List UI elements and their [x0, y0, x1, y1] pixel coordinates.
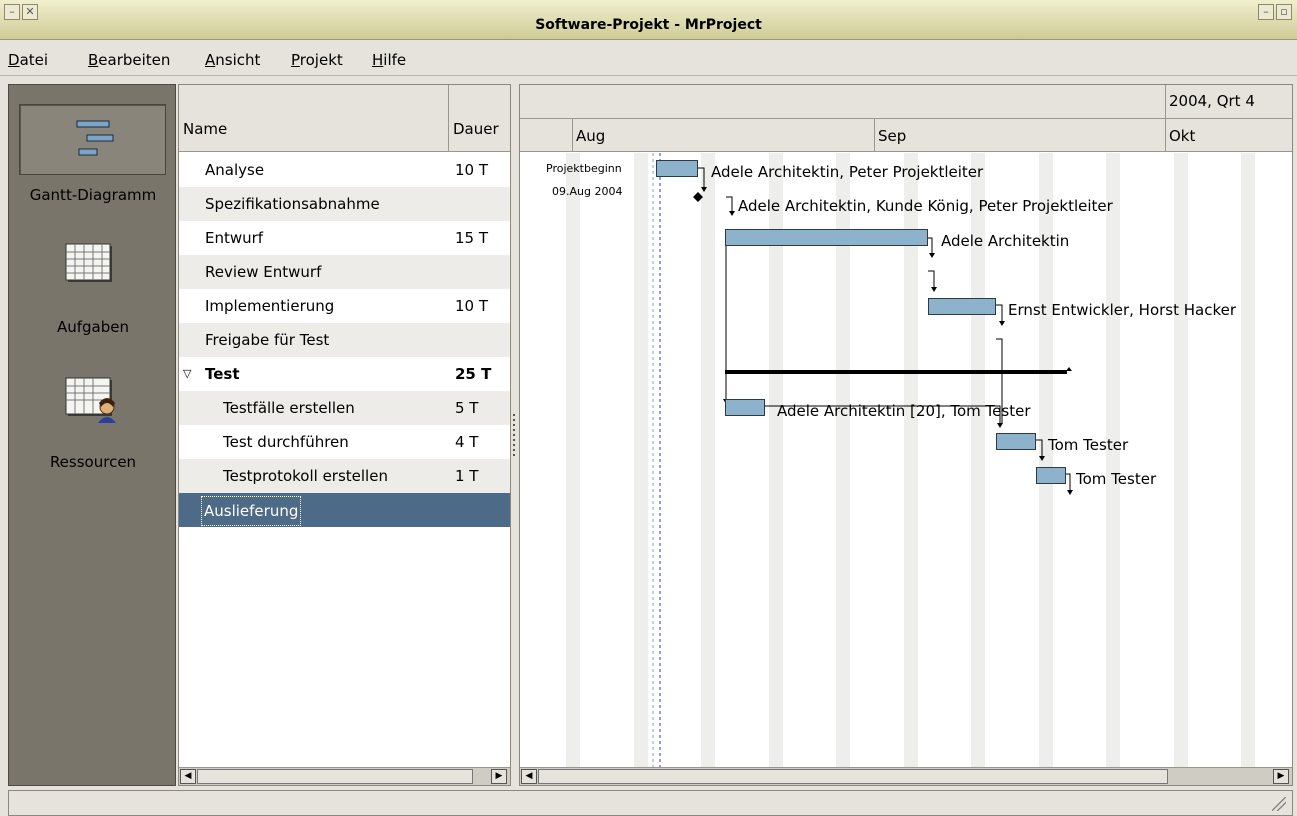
task-duration: 15 T [455, 229, 489, 247]
task-label-entwurf: Adele Architektin [941, 232, 1070, 250]
scroll-left-icon[interactable]: ◀ [521, 769, 537, 784]
pane-splitter[interactable] [511, 84, 519, 786]
table-row[interactable]: Freigabe für Test [179, 323, 510, 357]
menu-bar: Datei Bearbeiten Ansicht Projekt Hilfe [0, 44, 1297, 76]
task-bar-testfaelle[interactable] [725, 399, 765, 416]
table-horizontal-scrollbar[interactable]: ◀ ▶ [179, 767, 510, 785]
menu-ansicht[interactable]: Ansicht [205, 51, 260, 69]
task-duration: 5 T [455, 399, 479, 417]
task-label-spezifikation: Adele Architektin, Kunde König, Peter Pr… [738, 197, 1113, 215]
task-name: Entwurf [205, 229, 264, 247]
table-row[interactable]: Analyse 10 T [179, 153, 510, 187]
gantt-chart: 2004, Qrt 4 Aug Sep Okt Projektbeginn 09… [519, 84, 1293, 786]
task-name: Testfälle erstellen [223, 399, 355, 417]
task-name: Analyse [205, 161, 265, 179]
table-icon[interactable] [65, 243, 117, 287]
scroll-thumb[interactable] [197, 769, 473, 784]
menu-bearbeiten[interactable]: Bearbeiten [88, 51, 170, 69]
task-table: Name Dauer Analyse 10 T Spezifikationsab… [178, 84, 511, 786]
table-row[interactable]: Test durchführen 4 T [179, 425, 510, 459]
column-header-name[interactable]: Name [179, 85, 449, 152]
window-title: Software-Projekt - MrProject [535, 17, 762, 33]
sidebar-item-aufgaben[interactable]: Aufgaben [9, 318, 177, 336]
month-sep: Sep [878, 127, 907, 145]
scroll-right-icon[interactable]: ▶ [491, 769, 507, 784]
scroll-right-icon[interactable]: ▶ [1273, 769, 1289, 784]
gantt-horizontal-scrollbar[interactable]: ◀ ▶ [520, 767, 1292, 785]
project-start-date: 09.Aug 2004 [552, 185, 623, 198]
menu-datei[interactable]: Datei [8, 51, 48, 69]
table-row[interactable]: Testfälle erstellen 5 T [179, 391, 510, 425]
table-row[interactable]: Entwurf 15 T [179, 221, 510, 255]
task-name: Test durchführen [223, 433, 349, 451]
task-label-protokoll: Tom Tester [1076, 470, 1157, 488]
table-row[interactable]: Implementierung 10 T [179, 289, 510, 323]
table-row[interactable]: Testprotokoll erstellen 1 T [179, 459, 510, 493]
task-duration: 10 T [455, 297, 489, 315]
quarter-label: 2004, Qrt 4 [1169, 92, 1255, 110]
task-label-testfaelle: Adele Architektin [20], Tom Tester [777, 402, 1031, 420]
gantt-body: Projektbeginn 09.Aug 2004 Adele Architek… [520, 153, 1292, 767]
shade-icon[interactable]: – [1258, 4, 1274, 20]
task-duration: 25 T [455, 365, 492, 383]
sidebar-item-gantt[interactable]: Gantt-Diagramm [9, 186, 177, 204]
column-header-dauer[interactable]: Dauer [449, 85, 510, 152]
task-name: Testprotokoll erstellen [223, 467, 388, 485]
month-aug: Aug [576, 127, 606, 145]
task-name: Review Entwurf [205, 263, 322, 281]
task-bar-protokoll[interactable] [1036, 467, 1066, 484]
view-sidebar: Gantt-Diagramm Aufgaben Ressourcen [8, 84, 176, 786]
month-okt: Okt [1169, 127, 1196, 145]
scroll-thumb[interactable] [538, 769, 1168, 784]
gantt-header-quarter-row: 2004, Qrt 4 [520, 85, 1292, 119]
status-bar [8, 790, 1293, 816]
table-row[interactable]: Review Entwurf [179, 255, 510, 289]
table-row[interactable]: Spezifikationsabnahme [179, 187, 510, 221]
task-duration: 10 T [455, 161, 489, 179]
task-label-analyse: Adele Architektin, Peter Projektleiter [711, 163, 984, 181]
table-row[interactable]: ▽ Test 25 T [179, 357, 510, 391]
maximize-icon[interactable]: ▫ [1276, 4, 1292, 20]
scroll-left-icon[interactable]: ◀ [180, 769, 196, 784]
task-bar-durchfuehren[interactable] [996, 433, 1036, 450]
project-start-label: Projektbeginn [546, 162, 622, 175]
collapse-triangle-icon[interactable]: ▽ [183, 357, 191, 391]
task-name: Test [205, 365, 240, 383]
menu-hilfe[interactable]: Hilfe [372, 51, 406, 69]
task-name: Implementierung [205, 297, 335, 315]
table-row-selected[interactable]: Auslieferung [179, 493, 510, 527]
task-rows: Analyse 10 T Spezifikationsabnahme Entwu… [179, 153, 510, 527]
task-bar-analyse[interactable] [656, 160, 698, 177]
resize-grip-icon[interactable] [1272, 797, 1286, 811]
resources-icon[interactable] [65, 377, 125, 427]
sidebar-item-ressourcen[interactable]: Ressourcen [9, 453, 177, 471]
task-name: Auslieferung [201, 496, 302, 526]
task-bar-entwurf[interactable] [725, 229, 928, 246]
task-label-implementierung: Ernst Entwickler, Horst Hacker [1008, 301, 1237, 319]
summary-bar-test[interactable] [725, 370, 1067, 374]
gantt-header: 2004, Qrt 4 Aug Sep Okt [520, 85, 1292, 152]
task-bar-implementierung[interactable] [928, 298, 996, 315]
task-duration: 4 T [455, 433, 479, 451]
gantt-icon[interactable] [57, 107, 127, 167]
table-header: Name Dauer [179, 85, 510, 152]
task-duration: 1 T [455, 467, 479, 485]
menu-projekt[interactable]: Projekt [291, 51, 343, 69]
task-name: Freigabe für Test [205, 331, 330, 349]
title-bar: – ✕ Software-Projekt - MrProject – ▫ [0, 0, 1297, 40]
task-name: Spezifikationsabnahme [205, 195, 380, 213]
task-label-durchfuehren: Tom Tester [1048, 436, 1129, 454]
